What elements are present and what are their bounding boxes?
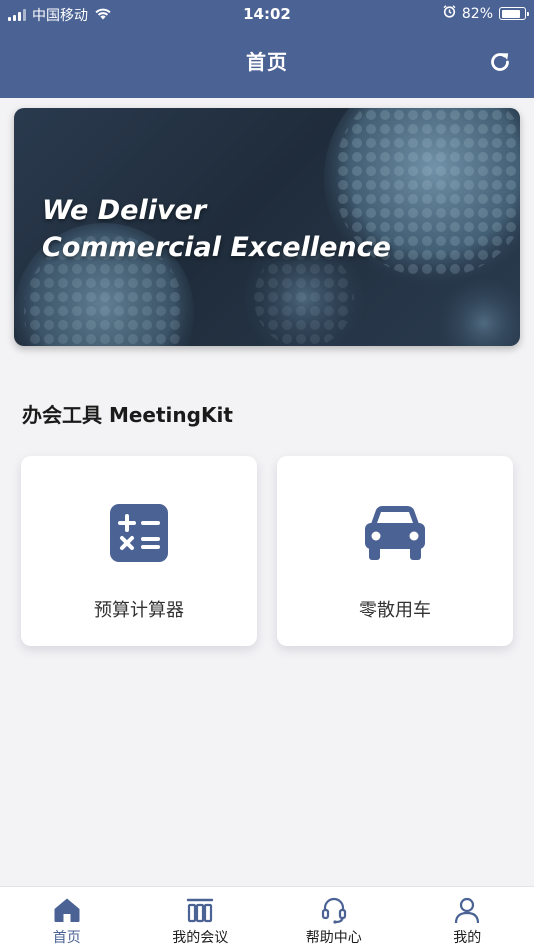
headset-icon xyxy=(320,895,348,925)
refresh-button[interactable] xyxy=(486,48,514,76)
alarm-icon xyxy=(443,5,456,22)
user-icon xyxy=(453,895,481,925)
tab-bar: 首页 我的会议 帮助中心 我的 xyxy=(0,886,534,950)
section-title: 办会工具 MeetingKit xyxy=(22,403,233,427)
status-bar: 中国移动 14:02 82% xyxy=(0,0,534,28)
battery-fill xyxy=(501,9,520,18)
tab-home-label: 首页 xyxy=(52,930,81,946)
tab-help-center-label: 帮助中心 xyxy=(305,930,362,946)
tab-my-meetings[interactable]: 我的会议 xyxy=(134,887,268,950)
calculator-icon xyxy=(21,504,257,562)
page-title: 首页 xyxy=(246,50,288,74)
tab-profile[interactable]: 我的 xyxy=(401,887,534,950)
banner-line-1: We Deliver xyxy=(42,195,207,226)
banner-line-2: Commercial Excellence xyxy=(42,232,391,263)
tab-my-meetings-label: 我的会议 xyxy=(172,930,229,946)
tab-home[interactable]: 首页 xyxy=(0,887,134,950)
home-icon xyxy=(53,895,81,925)
tab-profile-label: 我的 xyxy=(453,930,482,946)
banner-headline: We Deliver Commercial Excellence xyxy=(42,192,391,266)
refresh-icon xyxy=(491,53,509,71)
tab-help-center[interactable]: 帮助中心 xyxy=(267,887,401,950)
car-service-label: 零散用车 xyxy=(359,600,431,621)
hero-banner[interactable]: We Deliver Commercial Excellence xyxy=(14,108,520,346)
budget-calculator-card[interactable]: 预算计算器 xyxy=(21,456,257,646)
meeting-icon xyxy=(186,895,214,925)
battery-icon xyxy=(499,7,529,20)
car-service-card[interactable]: 零散用车 xyxy=(277,456,513,646)
budget-calculator-label: 预算计算器 xyxy=(94,600,184,621)
battery-percent: 82% xyxy=(461,5,493,22)
app-header: 中国移动 14:02 82% 首页 xyxy=(0,0,534,98)
status-right: 82% xyxy=(443,5,529,22)
car-icon xyxy=(277,504,513,562)
